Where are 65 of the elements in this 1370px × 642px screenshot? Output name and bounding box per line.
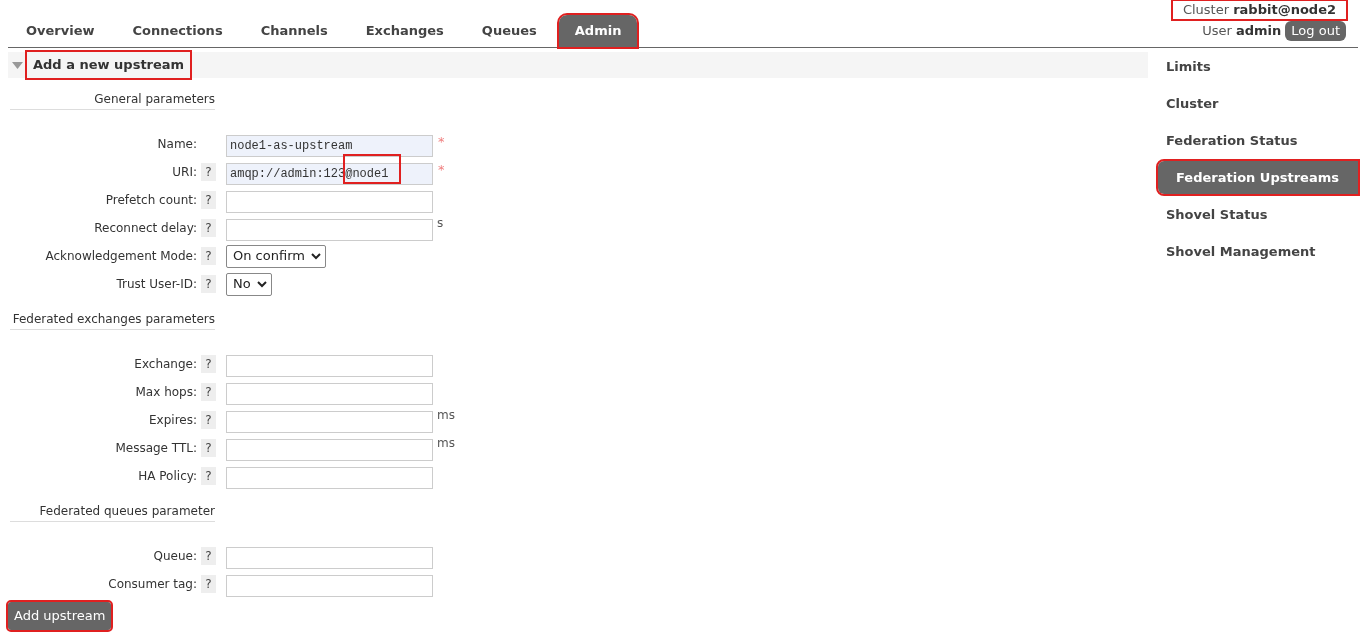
help-button[interactable]: ? (201, 547, 216, 565)
unit-label: s (437, 215, 444, 232)
text-field[interactable] (226, 466, 433, 489)
help-button[interactable]: ? (201, 275, 216, 293)
collapse-triangle-icon[interactable] (12, 61, 23, 69)
text-field[interactable] (226, 438, 433, 461)
text-field[interactable] (226, 546, 433, 569)
dropdown[interactable]: On confirm (226, 244, 326, 268)
field-label: Message TTL: (114, 440, 198, 457)
nav-tab[interactable]: Exchanges (349, 15, 460, 47)
field-label: Prefetch count: (104, 192, 198, 209)
logout-button[interactable]: Log out (1285, 21, 1346, 41)
help-button[interactable]: ? (201, 247, 216, 265)
unit-label: ms (437, 435, 455, 452)
dropdown[interactable]: No (226, 272, 272, 296)
sidebar-item[interactable]: Shovel Status (1148, 198, 1358, 231)
text-field[interactable]: node1-as-upstream (226, 134, 433, 157)
text-field[interactable] (226, 218, 433, 241)
text-field[interactable] (226, 410, 433, 433)
field-label: Consumer tag: (107, 576, 198, 593)
add-upstream-button[interactable]: Add upstream (8, 602, 112, 630)
help-button[interactable]: ? (201, 467, 216, 485)
sidebar-item[interactable]: Cluster (1148, 87, 1358, 120)
help-button[interactable]: ? (201, 411, 216, 429)
field-label: Expires: (148, 412, 198, 429)
sidebar-item[interactable]: Limits (1148, 50, 1358, 83)
help-button[interactable]: ? (201, 219, 216, 237)
required-mark: * (438, 133, 445, 151)
field-label: Exchange: (133, 356, 198, 373)
section-title[interactable]: Add a new upstream (27, 52, 191, 78)
help-button[interactable]: ? (201, 163, 216, 181)
help-button[interactable]: ? (201, 191, 216, 209)
help-button[interactable]: ? (201, 355, 216, 373)
nav-tab[interactable]: Overview (10, 15, 111, 47)
required-mark: * (438, 161, 445, 179)
text-field[interactable] (226, 382, 433, 405)
sidebar-item[interactable]: Federation Status (1148, 124, 1358, 157)
field-label: Name: (156, 136, 198, 153)
cluster-info: Cluster rabbit@node2 (1172, 1, 1346, 19)
text-field[interactable] (226, 354, 433, 377)
sidebar-item[interactable]: Federation Upstreams (1158, 161, 1358, 194)
group-heading: General parameters (94, 91, 215, 108)
help-button[interactable]: ? (201, 439, 216, 457)
user-info: User admin (1202, 22, 1282, 40)
field-label: HA Policy: (137, 468, 198, 485)
field-label: Queue: (152, 548, 198, 565)
nav-tab[interactable]: Queues (465, 15, 553, 47)
field-label: URI: (171, 164, 198, 181)
field-label: Trust User-ID: (115, 276, 198, 293)
text-field[interactable] (226, 574, 433, 597)
nav-tab[interactable]: Channels (244, 15, 344, 47)
chevron-down-icon (310, 252, 321, 260)
text-field[interactable] (226, 190, 433, 213)
group-heading: Federated queues parameter (39, 503, 215, 520)
field-label: Reconnect delay: (93, 220, 198, 237)
chevron-down-icon (256, 280, 267, 288)
nav-tab[interactable]: Connections (116, 15, 239, 47)
sidebar-item[interactable]: Shovel Management (1148, 235, 1358, 268)
nav-tab[interactable]: Admin (558, 15, 638, 47)
unit-label: ms (437, 407, 455, 424)
group-heading: Federated exchanges parameters (12, 311, 215, 328)
field-label: Acknowledgement Mode: (44, 248, 198, 265)
help-button[interactable]: ? (201, 575, 216, 593)
field-label: Max hops: (134, 384, 198, 401)
help-button[interactable]: ? (201, 383, 216, 401)
